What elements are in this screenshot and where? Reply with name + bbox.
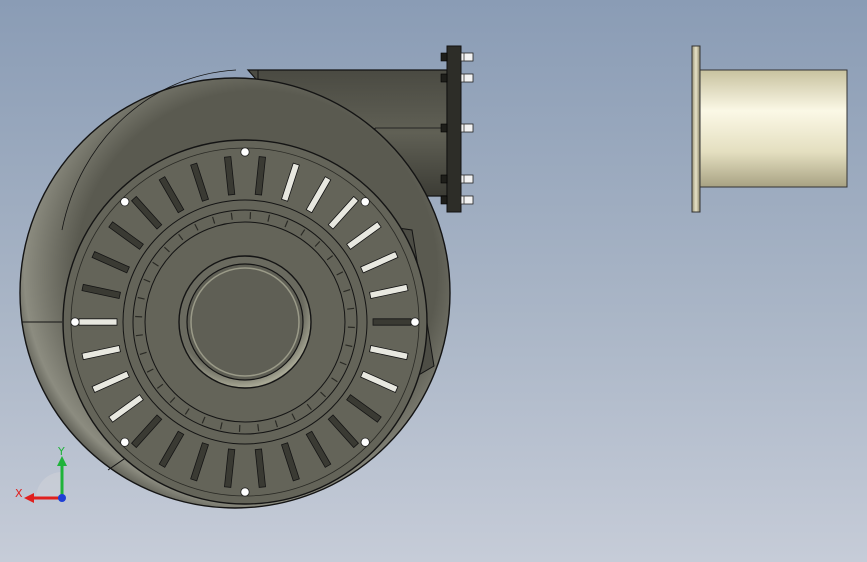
axis-triad-icon[interactable]: Y X: [15, 445, 67, 503]
y-axis-label: Y: [57, 445, 65, 458]
x-axis-label: X: [15, 487, 23, 500]
bolt-icon: [440, 195, 448, 205]
triad-base-quadrant: [36, 472, 62, 498]
outlet-flange[interactable]: [446, 45, 462, 213]
bolt-icon: [440, 73, 448, 83]
vent-slot: [78, 318, 118, 326]
bolt-nut: [460, 73, 474, 83]
outlet-pipe-part[interactable]: [691, 45, 848, 213]
bolt-icon: [440, 174, 448, 184]
pipe-body: [698, 69, 848, 188]
cad-viewport[interactable]: Y X: [0, 0, 867, 562]
model-canvas[interactable]: Y X: [0, 0, 867, 562]
bolt-icon: [440, 123, 448, 133]
blower-housing[interactable]: [19, 45, 474, 509]
bolt-icon: [440, 52, 448, 62]
inlet-hub-ring: [186, 263, 304, 381]
bolt-nut: [460, 195, 474, 205]
mounting-hole-icon: [240, 487, 250, 497]
bolt-nut: [460, 174, 474, 184]
bolt-nut: [460, 52, 474, 62]
mounting-hole-icon: [70, 317, 80, 327]
mounting-hole-icon: [240, 147, 250, 157]
pipe-flange: [691, 45, 701, 213]
mounting-hole-icon: [120, 197, 130, 207]
mounting-hole-icon: [410, 317, 420, 327]
z-axis-dot: [58, 494, 66, 502]
bolt-nut: [460, 123, 474, 133]
vent-slot: [372, 318, 412, 326]
x-axis-arrowhead: [24, 493, 34, 503]
mounting-hole-icon: [360, 197, 370, 207]
mounting-hole-icon: [360, 437, 370, 447]
mounting-hole-icon: [120, 437, 130, 447]
